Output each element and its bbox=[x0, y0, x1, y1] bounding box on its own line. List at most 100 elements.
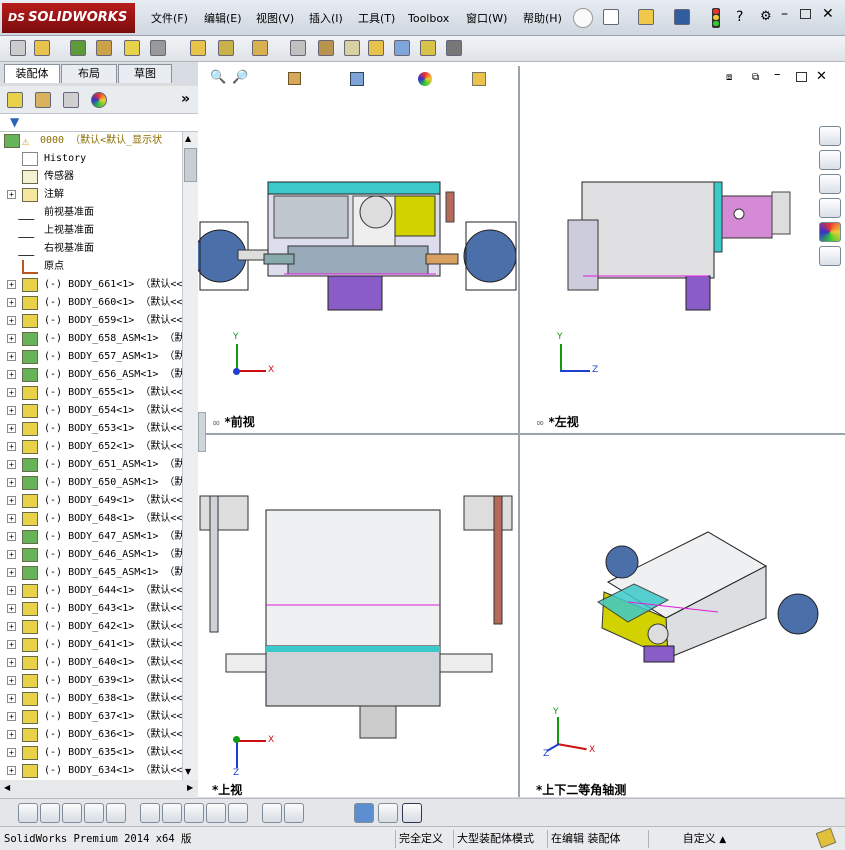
menu-item-3[interactable]: 插入(I) bbox=[306, 10, 346, 28]
four-view-icon[interactable] bbox=[402, 803, 422, 823]
tree-item[interactable]: + (-) BODY_637<1> （默认<< bbox=[0, 708, 182, 726]
minimize-icon[interactable]: – bbox=[781, 6, 788, 22]
tree-item[interactable]: + (-) BODY_635<1> （默认<< bbox=[0, 744, 182, 762]
tree-item[interactable]: + (-) BODY_645_ASM<1> （默 bbox=[0, 564, 182, 582]
expand-icon[interactable]: + bbox=[7, 640, 16, 649]
scroll-down-icon[interactable]: ▼ bbox=[185, 767, 191, 776]
angle-icon[interactable] bbox=[106, 803, 126, 823]
tree-item[interactable]: + (-) BODY_660<1> （默认<< bbox=[0, 294, 182, 312]
new-document-icon[interactable] bbox=[603, 9, 619, 25]
bill-of-materials-icon[interactable] bbox=[290, 40, 306, 56]
linear-pattern-icon[interactable] bbox=[70, 40, 86, 56]
filter-icon[interactable]: ▼ bbox=[10, 115, 19, 129]
tree-item[interactable]: + (-) BODY_647_ASM<1> （默 bbox=[0, 528, 182, 546]
taskpane-file-explorer-icon[interactable] bbox=[819, 174, 841, 194]
expand-icon[interactable]: + bbox=[7, 748, 16, 757]
scroll-right-icon[interactable]: ▶ bbox=[187, 783, 193, 792]
menu-item-0[interactable]: 文件(F) bbox=[148, 10, 191, 28]
tree-item[interactable]: + (-) BODY_659<1> （默认<< bbox=[0, 312, 182, 330]
menu-item-2[interactable]: 视图(V) bbox=[253, 10, 297, 28]
settings-icon[interactable]: ⚙ bbox=[760, 9, 772, 24]
cross-icon[interactable] bbox=[84, 803, 104, 823]
expand-icon[interactable]: + bbox=[7, 658, 16, 667]
panel-splitter-handle[interactable] bbox=[198, 412, 206, 452]
tree-hscroll[interactable]: ◀ ▶ bbox=[0, 780, 198, 798]
expand-icon[interactable]: + bbox=[7, 388, 16, 397]
explode-line-sketch-icon[interactable] bbox=[344, 40, 360, 56]
iso-view-label[interactable]: *上下二等角轴测 bbox=[536, 781, 626, 798]
tree-item[interactable]: 上视基准面 bbox=[0, 222, 182, 240]
tree-item[interactable]: + (-) BODY_652<1> （默认<< bbox=[0, 438, 182, 456]
dimension-icon[interactable] bbox=[228, 803, 248, 823]
expand-icon[interactable]: + bbox=[7, 532, 16, 541]
tab-sketch[interactable]: 草图 bbox=[118, 64, 172, 83]
box-icon[interactable] bbox=[354, 803, 374, 823]
expand-icon[interactable]: + bbox=[7, 298, 16, 307]
expand-icon[interactable]: + bbox=[7, 280, 16, 289]
taskpane-appearances-icon[interactable] bbox=[819, 222, 841, 242]
tree-item[interactable]: + (-) BODY_649<1> （默认<< bbox=[0, 492, 182, 510]
expand-panel-icon[interactable]: » bbox=[181, 91, 190, 107]
single-view-icon[interactable] bbox=[378, 803, 398, 823]
tree-item[interactable]: + (-) BODY_651_ASM<1> （默 bbox=[0, 456, 182, 474]
taskpane-design-library-icon[interactable] bbox=[819, 150, 841, 170]
menu-item-5[interactable]: Toolbox bbox=[405, 10, 452, 28]
tree-item[interactable]: + (-) BODY_654<1> （默认<< bbox=[0, 402, 182, 420]
feature-tree-icon[interactable] bbox=[7, 92, 23, 108]
move-component-icon[interactable] bbox=[124, 40, 140, 56]
expand-icon[interactable]: + bbox=[7, 622, 16, 631]
expand-icon[interactable]: + bbox=[7, 460, 16, 469]
tree-item[interactable]: 右视基准面 bbox=[0, 240, 182, 258]
menu-item-6[interactable]: 窗口(W) bbox=[463, 10, 510, 28]
front-view-label[interactable]: ∞ *前视 bbox=[212, 413, 255, 430]
tree-item[interactable]: + (-) BODY_638<1> （默认<< bbox=[0, 690, 182, 708]
polygon-icon[interactable] bbox=[62, 803, 82, 823]
expand-icon[interactable]: + bbox=[7, 478, 16, 487]
left-view-label[interactable]: ∞ *左视 bbox=[536, 413, 579, 430]
expand-icon[interactable]: + bbox=[7, 334, 16, 343]
open-folder-icon[interactable] bbox=[638, 9, 654, 25]
taskpane-view-palette-icon[interactable] bbox=[819, 198, 841, 218]
tree-item[interactable]: + (-) BODY_650_ASM<1> （默 bbox=[0, 474, 182, 492]
expand-icon[interactable]: + bbox=[7, 586, 16, 595]
restore-icon[interactable] bbox=[800, 9, 811, 19]
tree-item[interactable]: + (-) BODY_655<1> （默认<< bbox=[0, 384, 182, 402]
show-hidden-icon[interactable] bbox=[150, 40, 166, 56]
expand-icon[interactable]: + bbox=[7, 730, 16, 739]
tree-item[interactable]: + (-) BODY_641<1> （默认<< bbox=[0, 636, 182, 654]
scroll-left-icon[interactable]: ◀ bbox=[4, 783, 10, 792]
convert-icon[interactable] bbox=[162, 803, 182, 823]
taskpane-custom-properties-icon[interactable] bbox=[819, 246, 841, 266]
help-icon[interactable]: ? bbox=[736, 9, 743, 25]
save-icon[interactable] bbox=[674, 9, 690, 25]
taskpane-home-icon[interactable] bbox=[819, 126, 841, 146]
tree-item[interactable]: + (-) BODY_644<1> （默认<< bbox=[0, 582, 182, 600]
property-manager-icon[interactable] bbox=[35, 92, 51, 108]
point-icon[interactable] bbox=[18, 803, 38, 823]
tree-item[interactable]: 传感器 bbox=[0, 168, 182, 186]
tag-icon[interactable] bbox=[815, 827, 837, 849]
rebuild-traffic-light-icon[interactable] bbox=[712, 8, 720, 28]
expand-icon[interactable]: + bbox=[7, 370, 16, 379]
tree-root[interactable]: ⚠ 0000 （默认<默认_显示状 bbox=[0, 132, 182, 150]
tree-item[interactable]: + (-) BODY_661<1> （默认<< bbox=[0, 276, 182, 294]
expand-icon[interactable]: + bbox=[7, 442, 16, 451]
tree-item[interactable]: + (-) BODY_636<1> （默认<< bbox=[0, 726, 182, 744]
units-selector[interactable]: 自定义 ▲ bbox=[648, 830, 760, 848]
tree-item[interactable]: + (-) BODY_642<1> （默认<< bbox=[0, 618, 182, 636]
expand-icon[interactable]: + bbox=[7, 694, 16, 703]
tree-item[interactable]: + (-) BODY_648<1> （默认<< bbox=[0, 510, 182, 528]
new-motion-study-icon[interactable] bbox=[252, 40, 268, 56]
close-icon[interactable]: ✕ bbox=[822, 6, 834, 22]
exploded-view-icon[interactable] bbox=[318, 40, 334, 56]
trim-icon[interactable] bbox=[140, 803, 160, 823]
expand-icon[interactable]: + bbox=[7, 676, 16, 685]
tree-item[interactable]: + (-) BODY_643<1> （默认<< bbox=[0, 600, 182, 618]
graphics-area[interactable]: 🔍 🔎 ⧈ ⧉ – ✕ Y X Y Z X Z Y X Z ∞ *前视 ∞ *左… bbox=[198, 62, 845, 797]
menu-item-4[interactable]: 工具(T) bbox=[355, 10, 398, 28]
expand-icon[interactable]: + bbox=[7, 712, 16, 721]
configuration-manager-icon[interactable] bbox=[63, 92, 79, 108]
expand-icon[interactable]: + bbox=[7, 190, 16, 199]
display-manager-icon[interactable] bbox=[91, 92, 107, 108]
pin-icon[interactable] bbox=[573, 8, 593, 28]
